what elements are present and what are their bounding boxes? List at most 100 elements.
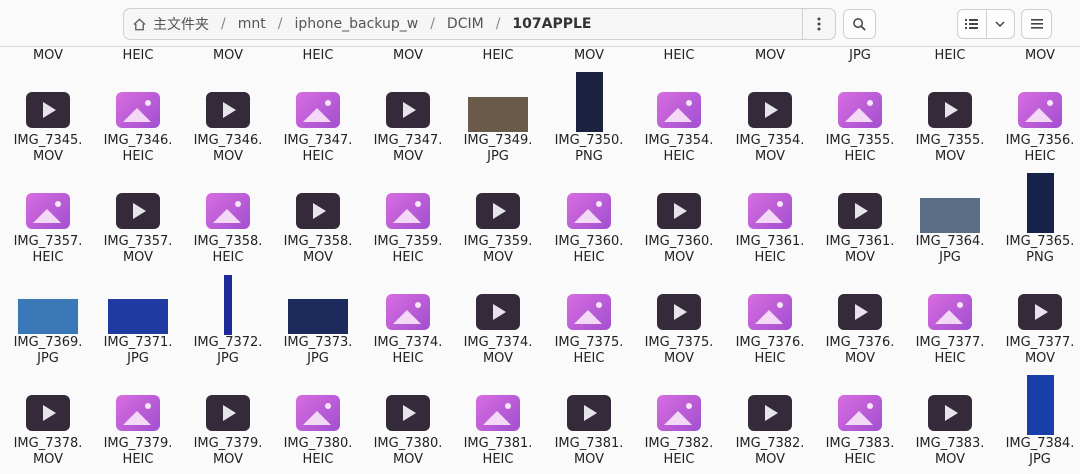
image-file-icon [657, 92, 701, 128]
file-item[interactable]: IMG_7374. HEIC [363, 271, 453, 371]
file-item[interactable]: IMG_7371. JPG [93, 271, 183, 371]
file-name-label: IMG_7345. [13, 133, 83, 148]
file-item[interactable]: IMG_7383. HEIC [815, 372, 905, 472]
file-item[interactable]: IMG_7372. JPG [183, 271, 273, 371]
file-name-label: IMG_7381. [463, 436, 533, 451]
file-name-label: IMG_7382. [644, 436, 714, 451]
file-extension-label: MOV [212, 149, 244, 164]
search-button[interactable] [843, 9, 876, 39]
file-extension-label: MOV [754, 452, 786, 467]
file-item[interactable]: IMG_7380. HEIC [273, 372, 363, 472]
file-item[interactable]: IMG_7355. MOV [905, 69, 995, 169]
file-item[interactable]: IMG_7358. HEIC [183, 170, 273, 270]
image-file-icon [116, 395, 160, 431]
file-item[interactable]: IMG_7350. PNG [544, 69, 634, 169]
file-thumbnail [183, 395, 273, 431]
breadcrumb-mnt[interactable]: mnt [236, 16, 268, 32]
file-extension-label: HEIC [32, 250, 64, 265]
file-item[interactable]: IMG_7375. MOV [634, 271, 724, 371]
image-file-icon [26, 193, 70, 229]
breadcrumb-home[interactable]: 主文件夹 [151, 14, 211, 34]
file-item[interactable]: IMG_7347. MOV [363, 69, 453, 169]
path-bar[interactable]: 主文件夹 / mnt / iphone_backup_w / DCIM / 10… [123, 8, 836, 40]
file-item[interactable]: IMG_7347. HEIC [273, 69, 363, 169]
file-item[interactable]: IMG_7377. HEIC [905, 271, 995, 371]
breadcrumb-iphone-backup[interactable]: iphone_backup_w [292, 16, 420, 32]
file-name-label: IMG_7365. [1005, 234, 1075, 249]
file-thumbnail [93, 193, 183, 229]
view-options-dropdown[interactable] [987, 10, 1014, 38]
file-thumbnail [363, 294, 453, 330]
file-item[interactable]: IMG_7354. HEIC [634, 69, 724, 169]
file-item[interactable]: IMG_7379. HEIC [93, 372, 183, 472]
file-name-label: IMG_7356. [1005, 133, 1075, 148]
file-item[interactable]: IMG_7361. MOV [815, 170, 905, 270]
video-file-icon [657, 193, 701, 229]
file-item[interactable]: IMG_7359. HEIC [363, 170, 453, 270]
file-item[interactable]: IMG_7357. HEIC [3, 170, 93, 270]
file-item[interactable]: IMG_7373. JPG [273, 271, 363, 371]
file-item[interactable]: IMG_7384. JPG [995, 372, 1080, 472]
file-item[interactable]: IMG_7349. JPG [453, 69, 543, 169]
file-item[interactable]: IMG_7361. HEIC [725, 170, 815, 270]
video-file-icon [296, 193, 340, 229]
file-grid[interactable]: MOV HEIC MOV HEIC MOV HEIC MOV HEIC MOV JPG HEIC MO… [0, 47, 1080, 474]
breadcrumb-dcim[interactable]: DCIM [445, 16, 486, 32]
file-name-label: IMG_7372. [193, 335, 263, 350]
file-item[interactable]: IMG_7379. MOV [183, 372, 273, 472]
file-extension-label: PNG [1026, 250, 1054, 265]
file-item[interactable]: IMG_7375. HEIC [544, 271, 634, 371]
file-item[interactable]: IMG_7346. HEIC [93, 69, 183, 169]
file-item[interactable]: IMG_7382. MOV [725, 372, 815, 472]
file-item[interactable]: IMG_7378. MOV [3, 372, 93, 472]
file-name-label: MOV [1024, 48, 1056, 63]
file-item[interactable]: IMG_7345. MOV [3, 69, 93, 169]
file-item[interactable]: IMG_7383. MOV [905, 372, 995, 472]
file-extension-label: HEIC [754, 250, 786, 265]
file-item[interactable]: IMG_7356. HEIC [995, 69, 1080, 169]
file-name-label: IMG_7371. [103, 335, 173, 350]
file-item[interactable]: IMG_7377. MOV [995, 271, 1080, 371]
file-name-label: IMG_7346. [193, 133, 263, 148]
file-item[interactable]: IMG_7376. MOV [815, 271, 905, 371]
file-item[interactable]: IMG_7381. HEIC [453, 372, 543, 472]
file-extension-label: JPG [127, 351, 149, 366]
file-item[interactable]: IMG_7365. PNG [995, 170, 1080, 270]
file-item[interactable]: IMG_7355. HEIC [815, 69, 905, 169]
video-file-icon [386, 395, 430, 431]
photo-thumbnail [108, 299, 168, 334]
file-name-label: IMG_7373. [283, 335, 353, 350]
video-file-icon [838, 193, 882, 229]
file-name-label: MOV [573, 48, 605, 63]
file-item[interactable]: IMG_7364. JPG [905, 170, 995, 270]
file-item[interactable]: IMG_7360. HEIC [544, 170, 634, 270]
path-more-button[interactable] [802, 9, 835, 39]
image-file-icon [476, 395, 520, 431]
breadcrumb-current-folder[interactable]: 107APPLE [510, 16, 593, 32]
file-name-label: IMG_7382. [735, 436, 805, 451]
file-extension-label: HEIC [122, 149, 154, 164]
file-item[interactable]: IMG_7376. HEIC [725, 271, 815, 371]
list-view-button[interactable] [958, 10, 987, 38]
file-name-label: IMG_7349. [463, 133, 533, 148]
file-name-label: IMG_7361. [735, 234, 805, 249]
file-item[interactable]: IMG_7360. MOV [634, 170, 724, 270]
file-extension-label: JPG [1029, 452, 1051, 467]
file-item[interactable]: IMG_7358. MOV [273, 170, 363, 270]
file-item[interactable]: IMG_7359. MOV [453, 170, 543, 270]
file-thumbnail [183, 193, 273, 229]
file-item[interactable]: IMG_7354. MOV [725, 69, 815, 169]
home-icon[interactable] [132, 17, 147, 32]
file-extension-label: MOV [122, 250, 154, 265]
file-item[interactable]: IMG_7357. MOV [93, 170, 183, 270]
file-item[interactable]: IMG_7382. HEIC [634, 372, 724, 472]
main-menu-button[interactable] [1021, 9, 1052, 39]
file-item[interactable]: IMG_7380. MOV [363, 372, 453, 472]
file-item[interactable]: IMG_7381. MOV [544, 372, 634, 472]
file-extension-label: HEIC [754, 351, 786, 366]
file-item[interactable]: IMG_7369. JPG [3, 271, 93, 371]
file-item[interactable]: IMG_7346. MOV [183, 69, 273, 169]
file-thumbnail [453, 193, 543, 229]
file-item[interactable]: IMG_7374. MOV [453, 271, 543, 371]
file-extension-label: HEIC [573, 351, 605, 366]
